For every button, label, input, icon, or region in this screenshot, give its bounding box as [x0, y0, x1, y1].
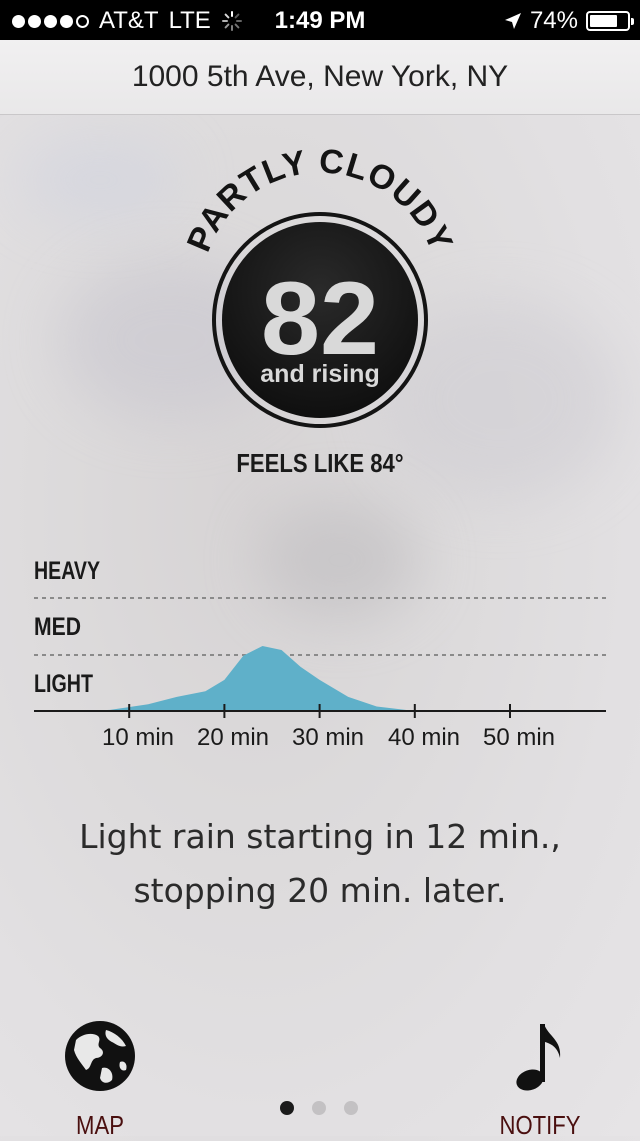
background-blur — [20, 140, 180, 220]
status-bar: AT&T LTE 1:49 PM 74% — [0, 0, 640, 40]
rain-intensity-area — [34, 646, 606, 711]
tick-label-50: 50 min — [483, 724, 555, 751]
temperature-trend: and rising — [260, 360, 379, 388]
globe-icon — [65, 1021, 135, 1091]
forecast-summary: Light rain starting in 12 min., stopping… — [40, 810, 600, 918]
tick-label-30: 30 min — [292, 724, 364, 751]
map-label: MAP — [76, 1110, 124, 1140]
page-dot-3[interactable] — [344, 1101, 358, 1115]
tick-label-20: 20 min — [197, 724, 269, 751]
condition-badge[interactable]: PARTLY CLOUDY 82 and rising — [170, 140, 470, 440]
battery-icon — [586, 11, 634, 31]
music-note-icon — [516, 1024, 561, 1091]
level-label-heavy: HEAVY — [34, 557, 100, 585]
level-label-med: MED — [34, 613, 81, 641]
level-label-light: LIGHT — [34, 670, 93, 698]
notify-label: NOTIFY — [499, 1110, 581, 1140]
page-indicator[interactable] — [280, 1101, 358, 1115]
map-button[interactable]: MAP — [60, 1018, 140, 1141]
summary-line-1: Light rain starting in 12 min., — [79, 817, 561, 856]
precipitation-chart: HEAVY MED LIGHT 10 min 20 min 30 min 40 … — [34, 557, 606, 751]
summary-line-2: stopping 20 min. later. — [133, 871, 507, 910]
location-arrow-icon — [504, 13, 521, 29]
feels-like-label: FEELS LIKE 84° — [236, 448, 404, 478]
tick-label-40: 40 min — [388, 724, 460, 751]
battery-percent: 74% — [529, 7, 578, 34]
notify-button[interactable]: NOTIFY — [490, 1018, 590, 1141]
tick-label-10: 10 min — [102, 724, 174, 751]
page-dot-2[interactable] — [312, 1101, 326, 1115]
location-header[interactable]: 1000 5th Ave, New York, NY — [0, 40, 640, 115]
page-dot-1[interactable] — [280, 1101, 294, 1115]
